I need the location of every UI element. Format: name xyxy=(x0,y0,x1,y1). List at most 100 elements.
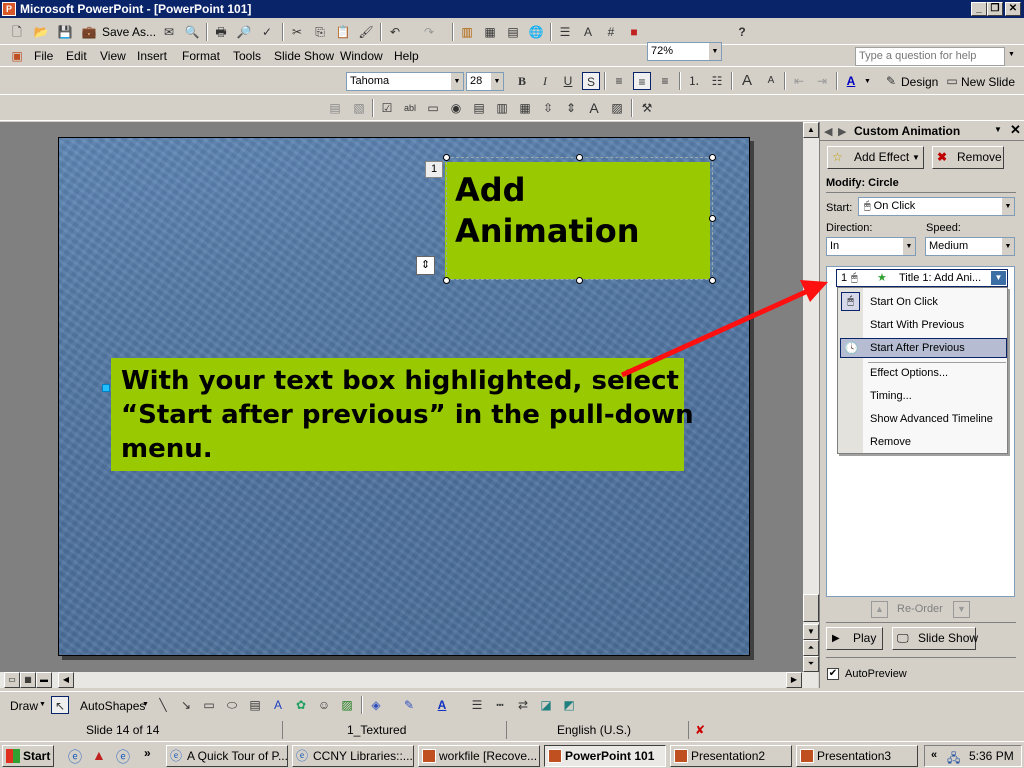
print-icon[interactable]: 🖶 xyxy=(212,23,230,41)
oval-icon[interactable]: ⬭ xyxy=(223,696,241,714)
task-presentation2[interactable]: Presentation2 xyxy=(670,745,792,767)
task-powerpoint-101[interactable]: PowerPoint 101 xyxy=(544,745,666,767)
arrow-style-icon[interactable]: ⇄ xyxy=(514,696,532,714)
diagram-icon[interactable]: ✿ xyxy=(292,696,310,714)
effect-list-item[interactable]: 1 🖱 ★ Title 1: Add Ani... ▼ xyxy=(836,269,1008,287)
resize-handle[interactable] xyxy=(709,277,716,284)
grid-icon[interactable]: # xyxy=(602,23,620,41)
decrease-indent-icon[interactable]: ⇤ xyxy=(790,72,808,90)
open-icon[interactable]: 📂 xyxy=(32,23,50,41)
slideshow-view-icon[interactable]: ▬ xyxy=(36,672,52,688)
show-formatting-icon[interactable]: A xyxy=(579,23,597,41)
picture-icon[interactable]: ▨ xyxy=(338,696,356,714)
view-code-icon[interactable]: ▧ xyxy=(350,99,368,117)
line-style-icon[interactable]: ☰ xyxy=(468,696,486,714)
email-icon[interactable]: ✉ xyxy=(160,23,178,41)
start-select[interactable]: 🖱 On Click ▼ xyxy=(858,197,1015,216)
browser-quicklaunch-icon[interactable]: ⓔ xyxy=(68,747,82,767)
design-icon[interactable]: ✎ xyxy=(882,72,900,90)
expand-all-icon[interactable]: ☰ xyxy=(556,23,574,41)
menu-item-start-after-previous[interactable]: Start After Previous xyxy=(870,342,965,354)
underline-icon[interactable]: U xyxy=(559,72,577,90)
font-color-icon[interactable]: A xyxy=(842,72,860,90)
powerpoint-app-icon[interactable]: P xyxy=(2,2,16,16)
chevron-down-icon[interactable]: ▼ xyxy=(142,701,149,708)
scroll-thumb[interactable] xyxy=(803,594,819,622)
ask-question-input[interactable]: Type a question for help xyxy=(855,47,1005,66)
close-icon[interactable]: ✕ xyxy=(1010,122,1021,138)
textbox-icon[interactable]: ▤ xyxy=(246,696,264,714)
new-slide-button[interactable]: New Slide xyxy=(961,75,1015,89)
back-arrow-icon[interactable]: ◀ xyxy=(824,125,832,138)
add-effect-button[interactable]: ☆ Add Effect ▼ xyxy=(827,146,924,169)
help-icon[interactable]: ? xyxy=(733,23,751,41)
insert-chart-icon[interactable]: ▥ xyxy=(458,23,476,41)
select-pointer-icon[interactable]: ↖ xyxy=(51,696,69,714)
menu-tools[interactable]: Tools xyxy=(233,49,261,63)
menu-item-show-advanced-timeline[interactable]: Show Advanced Timeline xyxy=(870,413,993,425)
autofit-options-icon[interactable]: ⇕ xyxy=(416,256,435,275)
menu-item-start-on-click[interactable]: Start On Click xyxy=(870,296,938,308)
task-ccny-libraries[interactable]: ⓔ CCNY Libraries::... xyxy=(292,745,414,767)
slide-show-button[interactable]: 🖵 Slide Show xyxy=(892,627,978,650)
chevron-down-icon[interactable]: ▼ xyxy=(1008,51,1015,58)
redo-icon[interactable]: ↷ xyxy=(420,23,438,41)
vertical-scrollbar[interactable]: ▲ ▼ ⏶ ⏷ xyxy=(803,122,819,672)
undo-icon[interactable]: ↶ xyxy=(386,23,404,41)
resize-handle[interactable] xyxy=(576,277,583,284)
draw-menu-button[interactable]: Draw xyxy=(10,699,38,713)
ie-quicklaunch-icon[interactable]: ⓔ xyxy=(116,747,130,767)
increase-font-icon[interactable]: A xyxy=(738,72,756,90)
document-icon[interactable]: ▣ xyxy=(8,47,26,65)
normal-view-icon[interactable]: ▭ xyxy=(4,672,20,688)
resize-handle[interactable] xyxy=(443,154,450,161)
checkbox-control-icon[interactable]: ☑ xyxy=(378,99,396,117)
direction-select[interactable]: In ▼ xyxy=(826,237,916,256)
menu-help[interactable]: Help xyxy=(394,49,419,63)
save-as-icon[interactable]: 💼 xyxy=(80,23,98,41)
font-color-icon[interactable]: A xyxy=(433,696,451,714)
search-icon[interactable]: 🔍 xyxy=(183,23,201,41)
forward-arrow-icon[interactable]: ▶ xyxy=(838,125,846,138)
new-document-icon[interactable]: 🗋 xyxy=(8,23,26,41)
chevron-down-icon[interactable]: ▼ xyxy=(490,73,503,90)
toggle-control-icon[interactable]: ▦ xyxy=(516,99,534,117)
spin-control-icon[interactable]: ⇳ xyxy=(539,99,557,117)
task-presentation3[interactable]: Presentation3 xyxy=(796,745,918,767)
scroll-up-icon[interactable]: ▲ xyxy=(803,122,819,138)
scroll-right-icon[interactable]: ▶ xyxy=(786,672,802,688)
bullets-icon[interactable]: ☷ xyxy=(708,72,726,90)
slide-body-box[interactable]: With your text box highlighted, select “… xyxy=(111,358,694,471)
menu-item-remove[interactable]: Remove xyxy=(870,436,911,448)
minimize-button[interactable]: _ xyxy=(971,2,987,16)
align-right-icon[interactable]: ≡ xyxy=(656,72,674,90)
paste-icon[interactable]: 📋 xyxy=(334,23,352,41)
chevron-down-icon[interactable]: ▼ xyxy=(39,701,46,708)
bold-icon[interactable]: B xyxy=(513,72,531,90)
line-icon[interactable]: ╲ xyxy=(154,696,172,714)
play-button[interactable]: ▶ Play xyxy=(826,627,883,650)
chevron-down-icon[interactable]: ▼ xyxy=(450,73,463,90)
resize-handle[interactable] xyxy=(709,154,716,161)
menu-item-effect-options[interactable]: Effect Options... xyxy=(870,367,948,379)
dash-style-icon[interactable]: ┅ xyxy=(491,696,509,714)
acrobat-quicklaunch-icon[interactable]: ▲ xyxy=(92,747,106,763)
arrow-icon[interactable]: ↘ xyxy=(177,696,195,714)
image-control-icon[interactable]: ▨ xyxy=(608,99,626,117)
chevron-down-icon[interactable]: ▼ xyxy=(902,238,915,255)
scroll-down-icon[interactable]: ▼ xyxy=(803,624,819,640)
chevron-down-icon[interactable]: ▼ xyxy=(991,271,1006,285)
save-as-button[interactable]: Save As... xyxy=(102,25,156,39)
3d-style-icon[interactable]: ◩ xyxy=(560,696,578,714)
properties-icon[interactable]: ▤ xyxy=(326,99,344,117)
chevron-down-icon[interactable]: ▼ xyxy=(864,78,871,85)
next-slide-icon[interactable]: ⏷ xyxy=(803,656,819,672)
font-name-select[interactable]: Tahoma ▼ xyxy=(346,72,464,91)
format-painter-icon[interactable]: 🖌 xyxy=(357,23,375,41)
design-button[interactable]: Design xyxy=(901,75,938,89)
task-workfile[interactable]: workfile [Recove... xyxy=(418,745,540,767)
italic-icon[interactable]: I xyxy=(536,72,554,90)
reorder-down-icon[interactable]: ▼ xyxy=(953,601,970,618)
tray-expand-icon[interactable]: « xyxy=(931,749,937,761)
previous-slide-icon[interactable]: ⏶ xyxy=(803,640,819,656)
